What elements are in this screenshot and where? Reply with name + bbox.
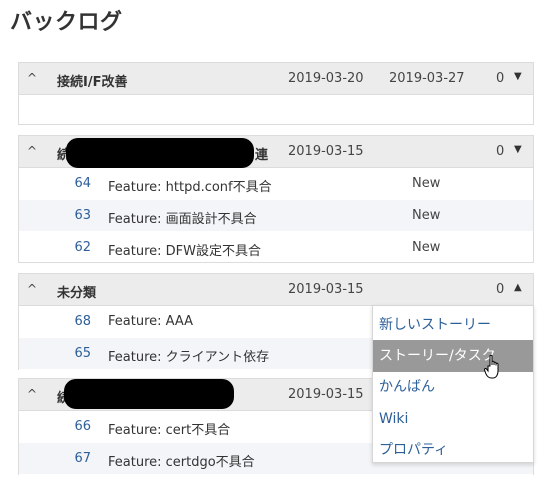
- version-header[interactable]: ^ 未分類 2019-03-15 0 ▲: [19, 274, 533, 306]
- version-start-date: 2019-03-20: [288, 71, 364, 86]
- issue-subject[interactable]: Feature: cert不具合: [108, 419, 230, 438]
- issue-id-link[interactable]: 65: [71, 346, 91, 361]
- version-point-count: 0: [496, 144, 505, 159]
- version-start-date: 2019-03-15: [288, 282, 364, 297]
- menu-item-new-story[interactable]: 新しいストーリー: [373, 309, 533, 341]
- menu-item-wiki[interactable]: Wiki: [373, 403, 533, 435]
- issue-id-link[interactable]: 63: [71, 208, 91, 223]
- version-panel: ^ 接続I/F改善 2019-03-20 2019-03-27 0 ▼: [18, 62, 534, 125]
- issue-status: New: [412, 240, 441, 255]
- version-context-menu: 新しいストーリー ストーリー/タスク かんばん Wiki プロパティ: [372, 305, 534, 463]
- menu-dropdown-icon[interactable]: ▲: [514, 282, 522, 293]
- backlog-row[interactable]: 62 Feature: DFW設定不具合 New: [19, 232, 533, 264]
- version-name[interactable]: 接続I/F改善: [57, 71, 127, 90]
- issue-status: New: [412, 208, 441, 223]
- backlog-row[interactable]: 63 Feature: 画面設計不具合 New: [19, 200, 533, 232]
- issue-subject[interactable]: Feature: AAA: [108, 314, 193, 329]
- menu-dropdown-icon[interactable]: ▼: [514, 71, 522, 82]
- version-body: 64 Feature: httpd.conf不具合 New 63 Feature…: [19, 168, 533, 264]
- backlog-row[interactable]: 64 Feature: httpd.conf不具合 New: [19, 168, 533, 200]
- issue-id-link[interactable]: 68: [71, 314, 91, 329]
- menu-dropdown-icon[interactable]: ▼: [514, 144, 522, 155]
- issue-id-link[interactable]: 64: [71, 176, 91, 191]
- version-due-date: 2019-03-27: [389, 71, 465, 86]
- hand-pointer-icon: [484, 354, 499, 379]
- version-name-end[interactable]: 連: [255, 144, 268, 163]
- version-header[interactable]: ^ 接続I/F改善 2019-03-20 2019-03-27 0 ▼: [19, 63, 533, 95]
- menu-item-properties[interactable]: プロパティ: [373, 434, 533, 466]
- version-empty-body: [19, 95, 533, 125]
- version-start-date: 2019-03-15: [288, 144, 364, 159]
- issue-status: New: [412, 176, 441, 191]
- collapse-toggle-icon[interactable]: ^: [27, 282, 37, 296]
- issue-subject[interactable]: Feature: httpd.conf不具合: [108, 176, 272, 195]
- version-start-date: 2019-03-15: [288, 387, 364, 402]
- menu-item-story-task[interactable]: ストーリー/タスク: [373, 340, 533, 372]
- issue-subject[interactable]: Feature: DFW設定不具合: [108, 240, 261, 259]
- collapse-toggle-icon[interactable]: ^: [27, 144, 37, 158]
- menu-item-kanban[interactable]: かんばん: [373, 371, 533, 403]
- collapse-toggle-icon[interactable]: ^: [27, 387, 37, 401]
- issue-subject[interactable]: Feature: certdgo不具合: [108, 451, 255, 470]
- version-name[interactable]: 未分類: [57, 282, 96, 301]
- issue-id-link[interactable]: 62: [71, 240, 91, 255]
- version-point-count: 0: [496, 71, 505, 86]
- redaction-mark: [66, 138, 254, 168]
- issue-id-link[interactable]: 67: [71, 451, 91, 466]
- page-title: バックログ: [10, 10, 123, 35]
- collapse-toggle-icon[interactable]: ^: [27, 71, 37, 85]
- version-point-count: 0: [496, 282, 505, 297]
- issue-subject[interactable]: Feature: 画面設計不具合: [108, 208, 257, 227]
- redaction-mark: [64, 379, 234, 409]
- issue-id-link[interactable]: 66: [71, 419, 91, 434]
- issue-subject[interactable]: Feature: クライアント依存: [108, 346, 269, 365]
